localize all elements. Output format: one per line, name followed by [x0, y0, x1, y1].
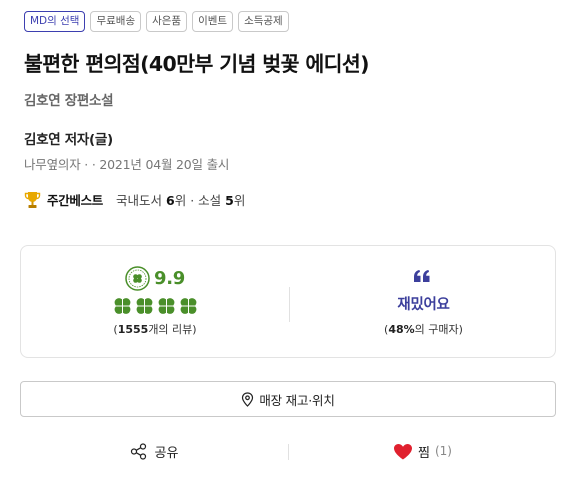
clover-icon — [180, 298, 197, 314]
store-stock-location-button[interactable]: 매장 재고·위치 — [20, 381, 556, 417]
quote-icon — [414, 270, 430, 282]
md-choice-badge: MD의 선택 — [24, 11, 86, 32]
wishlist-count: (1) — [434, 444, 452, 458]
novel-rank-value: 5 — [225, 193, 234, 208]
clover-rating — [113, 297, 198, 315]
heart-icon — [394, 443, 413, 459]
emotion-percentage: (48%의 구매자) — [384, 323, 463, 336]
rating-summary[interactable]: 9.9 (1555개의 리뷰) — [21, 246, 289, 359]
trophy-icon — [24, 191, 41, 208]
top-emotion-label: 재밌어요 — [397, 297, 450, 313]
share-icon — [130, 442, 146, 460]
free-shipping-badge: 무료배송 — [90, 11, 142, 32]
wishlist-label: 찜 — [418, 445, 430, 461]
share-label: 공유 — [154, 445, 179, 461]
author-link[interactable]: 김호연 저자(글) — [24, 128, 113, 148]
badge-list: MD의 선택 무료배송 사은품 이벤트 소득공제 — [24, 11, 289, 32]
store-stock-location-label: 매장 재고·위치 — [259, 392, 335, 408]
action-bar: 공유 찜 (1) — [20, 434, 556, 468]
publisher-separator: · · — [80, 157, 100, 172]
bestseller-label: 주간베스트 — [47, 193, 104, 208]
review-count: (1555개의 리뷰) — [113, 323, 197, 336]
location-pin-icon — [242, 391, 254, 407]
klover-seal-icon — [125, 266, 150, 291]
gift-badge: 사은품 — [146, 11, 188, 32]
product-title: 불편한 편의점(40만부 기념 벚꽃 에디션) — [24, 52, 370, 76]
bestseller-rank: 국내도서 6위 · 소설 5위 — [116, 193, 246, 208]
review-summary-card: 9.9 (1555개의 리뷰) 재밌어요 (48%의 구매자) — [20, 245, 556, 358]
publish-date: 2021년 04월 20일 출시 — [99, 157, 230, 172]
wishlist-button[interactable]: 찜 (1) — [289, 434, 556, 468]
event-badge: 이벤트 — [192, 11, 234, 32]
review-score: 9.9 — [154, 268, 185, 289]
product-subtitle: 김호연 장편소설 — [24, 93, 114, 109]
clover-icon — [136, 298, 153, 314]
publication-info: 나무옆의자 · · 2021년 04월 20일 출시 — [24, 154, 229, 173]
publisher-link[interactable]: 나무옆의자 — [24, 157, 81, 172]
bestseller-ranking[interactable]: 주간베스트 국내도서 6위 · 소설 5위 — [24, 190, 245, 209]
tax-deduction-badge: 소득공제 — [238, 11, 289, 32]
clover-icon — [114, 298, 131, 314]
emotion-summary[interactable]: 재밌어요 (48%의 구매자) — [290, 246, 557, 359]
clover-icon — [158, 298, 175, 314]
domestic-rank-value: 6 — [166, 193, 175, 208]
share-button[interactable]: 공유 — [20, 434, 288, 468]
